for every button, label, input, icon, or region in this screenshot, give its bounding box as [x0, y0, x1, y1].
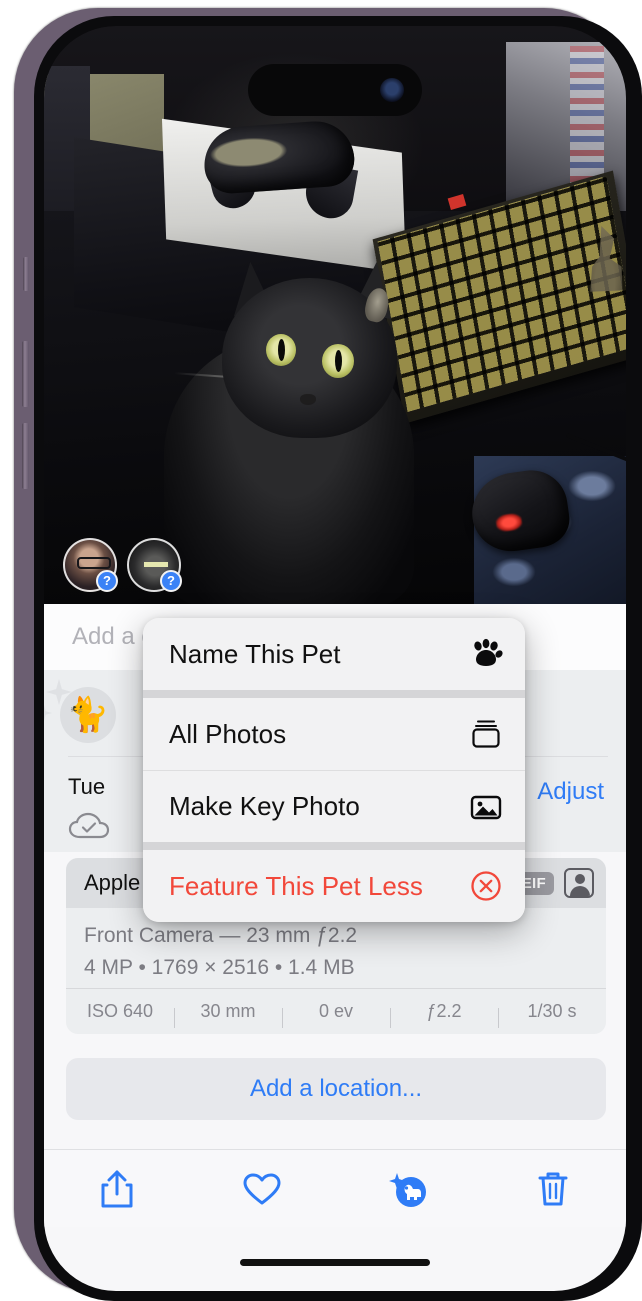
phone-screen: ? ? Add a caption... 🐈: [44, 26, 626, 1291]
add-location-button[interactable]: Add a location...: [66, 1058, 606, 1120]
photo-game-controller: [201, 118, 357, 196]
menu-item-all-photos[interactable]: All Photos: [143, 698, 525, 770]
heart-icon[interactable]: [240, 1167, 284, 1211]
volume-up-button[interactable]: [22, 341, 29, 407]
dynamic-island: [248, 64, 422, 116]
context-menu-group: All Photos Make Key Photo: [143, 698, 525, 842]
trash-icon[interactable]: [531, 1167, 575, 1211]
face-chip-person[interactable]: ?: [63, 538, 118, 592]
context-menu-group: Feature This Pet Less: [143, 850, 525, 922]
menu-separator: [143, 842, 525, 850]
add-location-label: Add a location...: [249, 1075, 423, 1102]
volume-down-button[interactable]: [22, 423, 29, 489]
mute-switch[interactable]: [23, 257, 29, 291]
menu-separator: [143, 690, 525, 698]
paw-icon: [469, 637, 503, 671]
pet-sparkle-icon[interactable]: [386, 1167, 430, 1211]
portrait-mode-icon: [564, 868, 594, 898]
context-menu-group: Name This Pet: [143, 618, 525, 690]
photo-viewer[interactable]: ? ?: [44, 26, 626, 604]
face-chip-row: ? ?: [63, 538, 182, 592]
stack-icon: [469, 717, 503, 751]
menu-item-make-key-photo[interactable]: Make Key Photo: [143, 770, 525, 842]
exif-iso: ISO 640: [86, 1001, 154, 1021]
lens-info: Front Camera — 23 mm ƒ2.2: [84, 924, 358, 947]
menu-item-label: All Photos: [169, 718, 287, 749]
menu-item-feature-this-pet-less[interactable]: Feature This Pet Less: [143, 850, 525, 922]
menu-item-name-this-pet[interactable]: Name This Pet: [143, 618, 525, 690]
face-chip-cat[interactable]: ?: [127, 538, 182, 592]
sparkle-icon: [44, 705, 52, 721]
menu-item-label: Feature This Pet Less: [169, 870, 423, 901]
circle-x-icon: [469, 869, 503, 903]
photo-cat-nose: [300, 394, 316, 405]
photo-keyboard-esc-key: [447, 194, 467, 210]
face-badge-question-icon[interactable]: ?: [96, 570, 118, 592]
menu-item-label: Name This Pet: [169, 638, 341, 669]
photo-cat-pupil-right: [335, 350, 342, 372]
cloud-check-icon: [68, 812, 110, 839]
photo-mouse-logo: [494, 512, 524, 533]
cat-silhouette-icon: 🐈: [66, 696, 110, 734]
front-camera-icon: [380, 78, 404, 102]
share-icon[interactable]: [95, 1167, 139, 1211]
menu-item-label: Make Key Photo: [169, 791, 360, 821]
exif-row: ISO 640 30 mm 0 ev ƒ2.2 1/30 s: [66, 988, 606, 1034]
photo-toolbar: [44, 1149, 626, 1227]
exif-shutter-speed: 1/30 s: [498, 1001, 606, 1028]
exif-focal-length: 30 mm: [174, 1001, 282, 1028]
pets-avatar[interactable]: 🐈: [44, 679, 116, 743]
phone-frame: ? ? Add a caption... 🐈: [14, 8, 642, 1301]
photo-date: Tue: [68, 774, 106, 799]
exif-exposure: 0 ev: [282, 1001, 390, 1028]
home-indicator: [240, 1259, 430, 1266]
exif-aperture: ƒ2.2: [390, 1001, 498, 1028]
photo-icon: [469, 790, 503, 824]
face-badge-question-icon[interactable]: ?: [160, 570, 182, 592]
adjust-button[interactable]: Adjust: [537, 778, 604, 806]
size-info: 4 MP • 1769 × 2516 • 1.4 MB: [84, 955, 355, 979]
context-menu: Name This Pet All Photos Make Key Photo …: [143, 618, 525, 922]
photo-cat-pupil-left: [278, 339, 285, 361]
